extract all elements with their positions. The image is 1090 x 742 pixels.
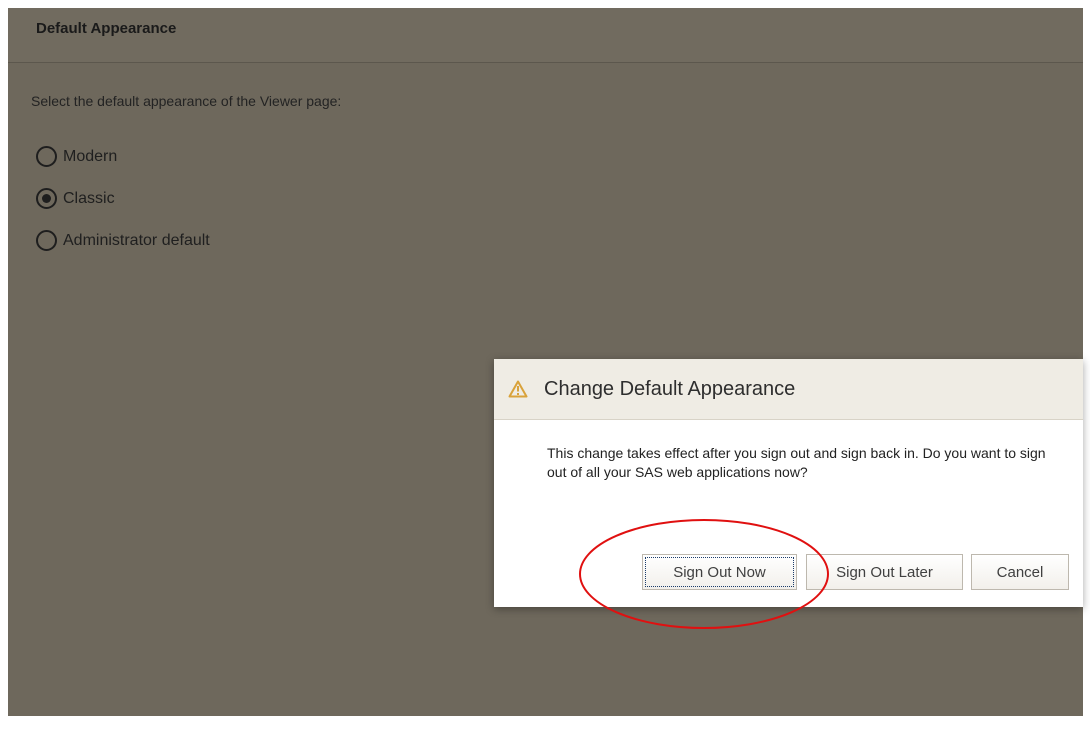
dialog-message: This change takes effect after you sign … bbox=[547, 445, 1046, 480]
instruction-text: Select the default appearance of the Vie… bbox=[31, 93, 342, 109]
radio-button-selected[interactable] bbox=[36, 188, 57, 209]
radio-button-unselected[interactable] bbox=[36, 230, 57, 251]
radio-option-administrator-default[interactable]: Administrator default bbox=[36, 230, 210, 251]
radio-button-unselected[interactable] bbox=[36, 146, 57, 167]
panel-title: Default Appearance bbox=[36, 20, 177, 37]
warning-icon bbox=[508, 380, 528, 398]
panel-header: Default Appearance bbox=[8, 8, 1083, 63]
sign-out-now-button[interactable]: Sign Out Now bbox=[642, 554, 797, 590]
change-appearance-dialog: Change Default Appearance This change ta… bbox=[494, 359, 1083, 607]
dialog-header: Change Default Appearance bbox=[494, 359, 1083, 420]
sign-out-later-button[interactable]: Sign Out Later bbox=[806, 554, 963, 590]
radio-option-classic[interactable]: Classic bbox=[36, 188, 115, 209]
radio-option-modern[interactable]: Modern bbox=[36, 146, 117, 167]
radio-label-classic: Classic bbox=[63, 189, 115, 207]
radio-selected-dot bbox=[42, 194, 51, 203]
cancel-button[interactable]: Cancel bbox=[971, 554, 1069, 590]
dialog-title: Change Default Appearance bbox=[544, 377, 796, 400]
radio-label-administrator-default: Administrator default bbox=[63, 231, 210, 249]
radio-label-modern: Modern bbox=[63, 147, 118, 165]
